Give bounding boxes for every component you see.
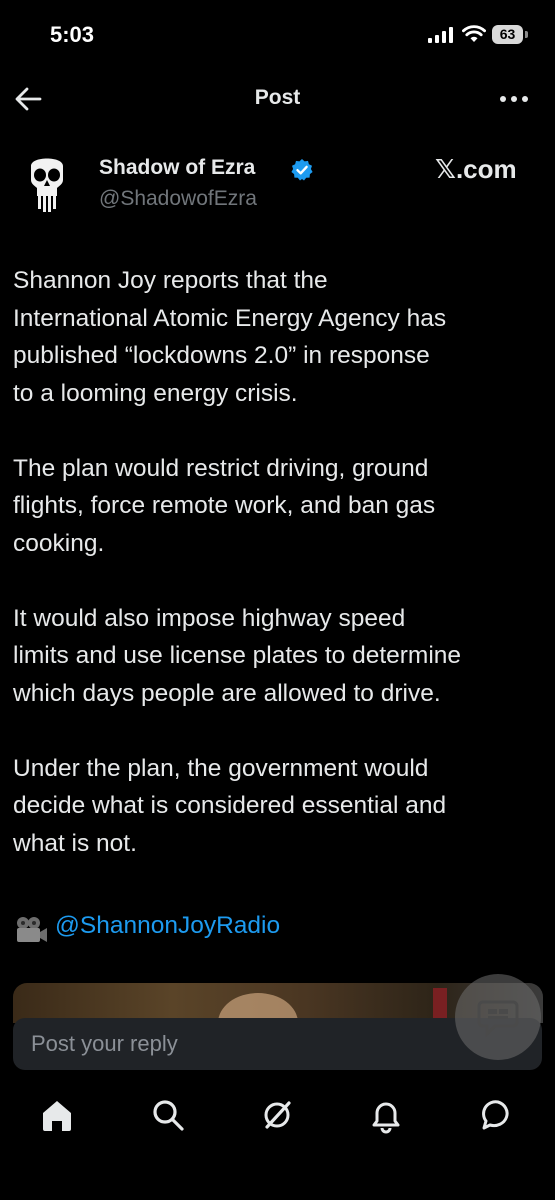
signal-icon <box>428 27 453 43</box>
author-handle[interactable]: @ShadowofEzra <box>99 187 257 211</box>
verified-badge-icon <box>291 159 313 181</box>
reply-placeholder: Post your reply <box>31 1031 178 1056</box>
x-watermark: 𝕏.com <box>435 154 517 184</box>
notifications-icon[interactable] <box>366 1095 406 1135</box>
skull-logo-icon <box>31 158 63 212</box>
post-paragraph: Under the plan, the government would dec… <box>13 754 447 857</box>
page-title: Post <box>254 86 301 109</box>
post-paragraph: The plan would restrict driving, ground … <box>13 454 436 557</box>
home-icon[interactable] <box>37 1095 77 1135</box>
post-paragraph: It would also impose highway speed limit… <box>13 604 462 707</box>
wifi-icon <box>462 25 486 42</box>
status-bar: 5:03 63 <box>0 0 555 70</box>
mention-link[interactable]: @ShannonJoyRadio <box>55 912 280 940</box>
compose-message-icon <box>477 1000 519 1038</box>
grok-icon[interactable] <box>257 1095 297 1135</box>
floating-action-button[interactable] <box>455 974 541 1060</box>
battery-icon: 63 <box>492 25 523 44</box>
status-time: 5:03 <box>50 22 95 47</box>
messages-icon[interactable] <box>478 1095 518 1135</box>
battery-tip <box>525 31 528 38</box>
author-name[interactable]: Shadow of Ezra <box>99 156 255 180</box>
search-icon[interactable] <box>148 1095 188 1135</box>
post-body: Shannon Joy reports that the Internation… <box>13 262 543 900</box>
movie-camera-icon <box>17 917 47 942</box>
avatar[interactable] <box>14 150 80 216</box>
post-paragraph: Shannon Joy reports that the Internation… <box>13 267 447 407</box>
more-icon[interactable] <box>499 95 529 103</box>
